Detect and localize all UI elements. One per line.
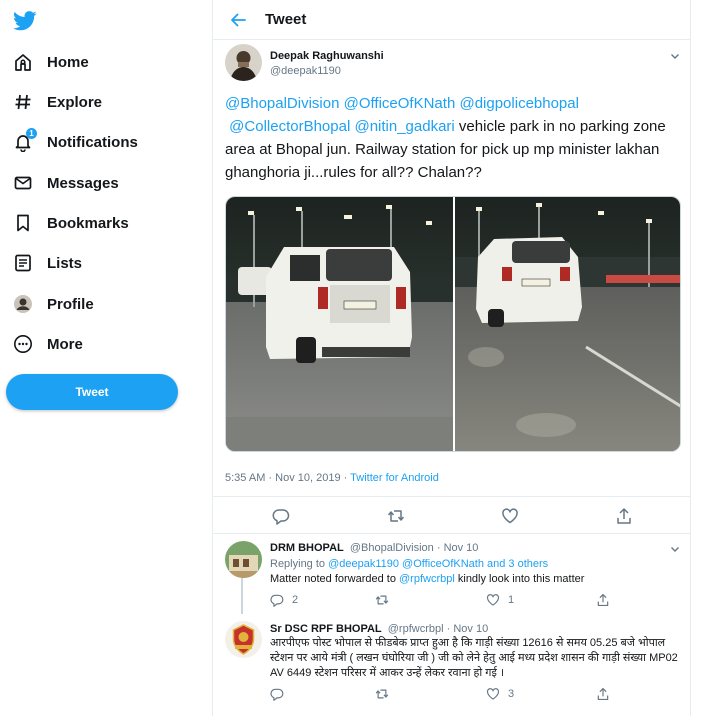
list-icon	[12, 252, 34, 274]
thread-connector	[241, 578, 243, 614]
retweet-button[interactable]	[375, 593, 397, 607]
share-button[interactable]	[596, 593, 618, 607]
nav-home-label: Home	[47, 53, 89, 71]
reply-author-name[interactable]: Sr DSC RPF BHOPAL	[270, 623, 382, 635]
nav-more-label: More	[47, 335, 83, 353]
retweet-icon	[375, 595, 389, 605]
nav-explore[interactable]: Explore	[12, 87, 102, 117]
main-column: Tweet Deepak Raghuwanshi @deepak1190 @Bh…	[212, 0, 691, 716]
reply-icon[interactable]	[272, 507, 290, 525]
reply-header: DRM BHOPAL @BhopalDivision · Nov 10	[270, 542, 478, 554]
tweet-meta: 5:35 AM · Nov 10, 2019 · Twitter for And…	[225, 472, 439, 484]
reply-count: 2	[292, 594, 299, 606]
replying-to-link[interactable]: @deepak1190 @OfficeOfKNath and 3 others	[328, 558, 548, 570]
share-icon	[597, 593, 609, 607]
tweet-text: @BhopalDivision @OfficeOfKNath @digpolic…	[225, 92, 680, 184]
author-name[interactable]: Deepak Raghuwanshi	[270, 50, 384, 62]
retweet-icon	[375, 689, 389, 699]
reply-button[interactable]: 2	[270, 593, 298, 607]
nav-home[interactable]: Home	[12, 47, 89, 77]
nav-messages-label: Messages	[47, 174, 119, 192]
tweet-source[interactable]: Twitter for Android	[350, 472, 439, 484]
nav-bookmarks-label: Bookmarks	[47, 214, 129, 232]
reply-icon	[270, 594, 284, 607]
back-arrow-icon[interactable]	[230, 12, 246, 28]
chevron-down-icon[interactable]	[669, 543, 681, 555]
reply-avatar-drm[interactable]	[225, 541, 262, 578]
like-count: 3	[508, 688, 515, 700]
reply-icon	[270, 688, 284, 701]
reply-text: आरपीएफ पोस्ट भोपाल से फीडबेक प्राप्त हुआ…	[270, 637, 678, 679]
share-icon[interactable]	[615, 507, 633, 525]
page-title: Tweet	[265, 11, 307, 28]
tweet-timestamp[interactable]: 5:35 AM · Nov 10, 2019 ·	[225, 472, 350, 484]
nav-more[interactable]: More	[12, 329, 83, 359]
avatar-icon	[12, 293, 34, 315]
reply-author-name[interactable]: DRM BHOPAL	[270, 542, 344, 554]
like-count: 1	[508, 594, 515, 606]
nav-explore-label: Explore	[47, 93, 103, 111]
mention-link[interactable]: @CollectorBhopal	[229, 118, 350, 135]
twitter-logo-icon[interactable]	[13, 10, 37, 32]
reply-author-handle[interactable]: @rpfwcrbpl · Nov 10	[388, 623, 488, 635]
like-button[interactable]: 1	[486, 593, 514, 607]
like-icon[interactable]	[501, 507, 519, 525]
nav-messages[interactable]: Messages	[12, 168, 119, 198]
author-avatar[interactable]	[225, 44, 262, 81]
share-icon	[597, 687, 609, 701]
bookmark-icon	[12, 212, 34, 234]
replying-to: Replying to @deepak1190 @OfficeOfKNath a…	[270, 558, 549, 570]
nav-lists-label: Lists	[47, 254, 83, 272]
like-button[interactable]: 3	[486, 687, 514, 701]
nav-bookmarks[interactable]: Bookmarks	[12, 208, 129, 238]
divider	[213, 496, 690, 497]
reply-text: Matter noted forwarded to @rpfwcrbpl kin…	[270, 573, 585, 585]
nav-notifications[interactable]: 1 Notifications	[12, 127, 138, 157]
home-icon	[12, 51, 34, 73]
nav-lists[interactable]: Lists	[12, 248, 82, 278]
reply-avatar-rpf[interactable]	[225, 621, 262, 658]
retweet-button[interactable]	[375, 687, 397, 701]
hashtag-icon	[12, 91, 34, 113]
mention-link[interactable]: @digpolicebhopal	[459, 95, 578, 112]
nav-notifications-label: Notifications	[47, 133, 138, 151]
nav-profile[interactable]: Profile	[12, 289, 94, 319]
chevron-down-icon[interactable]	[669, 50, 681, 62]
mention-link[interactable]: @BhopalDivision	[225, 95, 339, 112]
notification-badge: 1	[26, 128, 37, 139]
mention-link[interactable]: @rpfwcrbpl	[399, 573, 455, 585]
more-icon	[12, 333, 34, 355]
tweet-media[interactable]	[225, 196, 681, 452]
sidebar: Home Explore 1 Notifications Messages Bo…	[0, 0, 212, 716]
mention-link[interactable]: @nitin_gadkari	[354, 118, 454, 135]
bell-icon: 1	[12, 128, 37, 153]
reply-author-handle[interactable]: @BhopalDivision · Nov 10	[350, 542, 479, 554]
twitter-app: Home Explore 1 Notifications Messages Bo…	[0, 0, 714, 716]
parked-car-photos	[226, 197, 680, 451]
divider	[213, 533, 690, 534]
envelope-icon	[12, 172, 34, 194]
author-handle[interactable]: @deepak1190	[270, 65, 341, 77]
page-header: Tweet	[213, 0, 690, 40]
share-button[interactable]	[596, 687, 618, 701]
like-icon	[486, 594, 500, 606]
mention-link[interactable]: @OfficeOfKNath	[344, 95, 456, 112]
reply-header: Sr DSC RPF BHOPAL @rpfwcrbpl · Nov 10	[270, 623, 488, 635]
like-icon	[486, 688, 500, 700]
retweet-icon[interactable]	[387, 507, 405, 525]
reply-button[interactable]	[270, 687, 292, 701]
compose-tweet-button[interactable]: Tweet	[6, 374, 178, 410]
nav-profile-label: Profile	[47, 295, 94, 313]
